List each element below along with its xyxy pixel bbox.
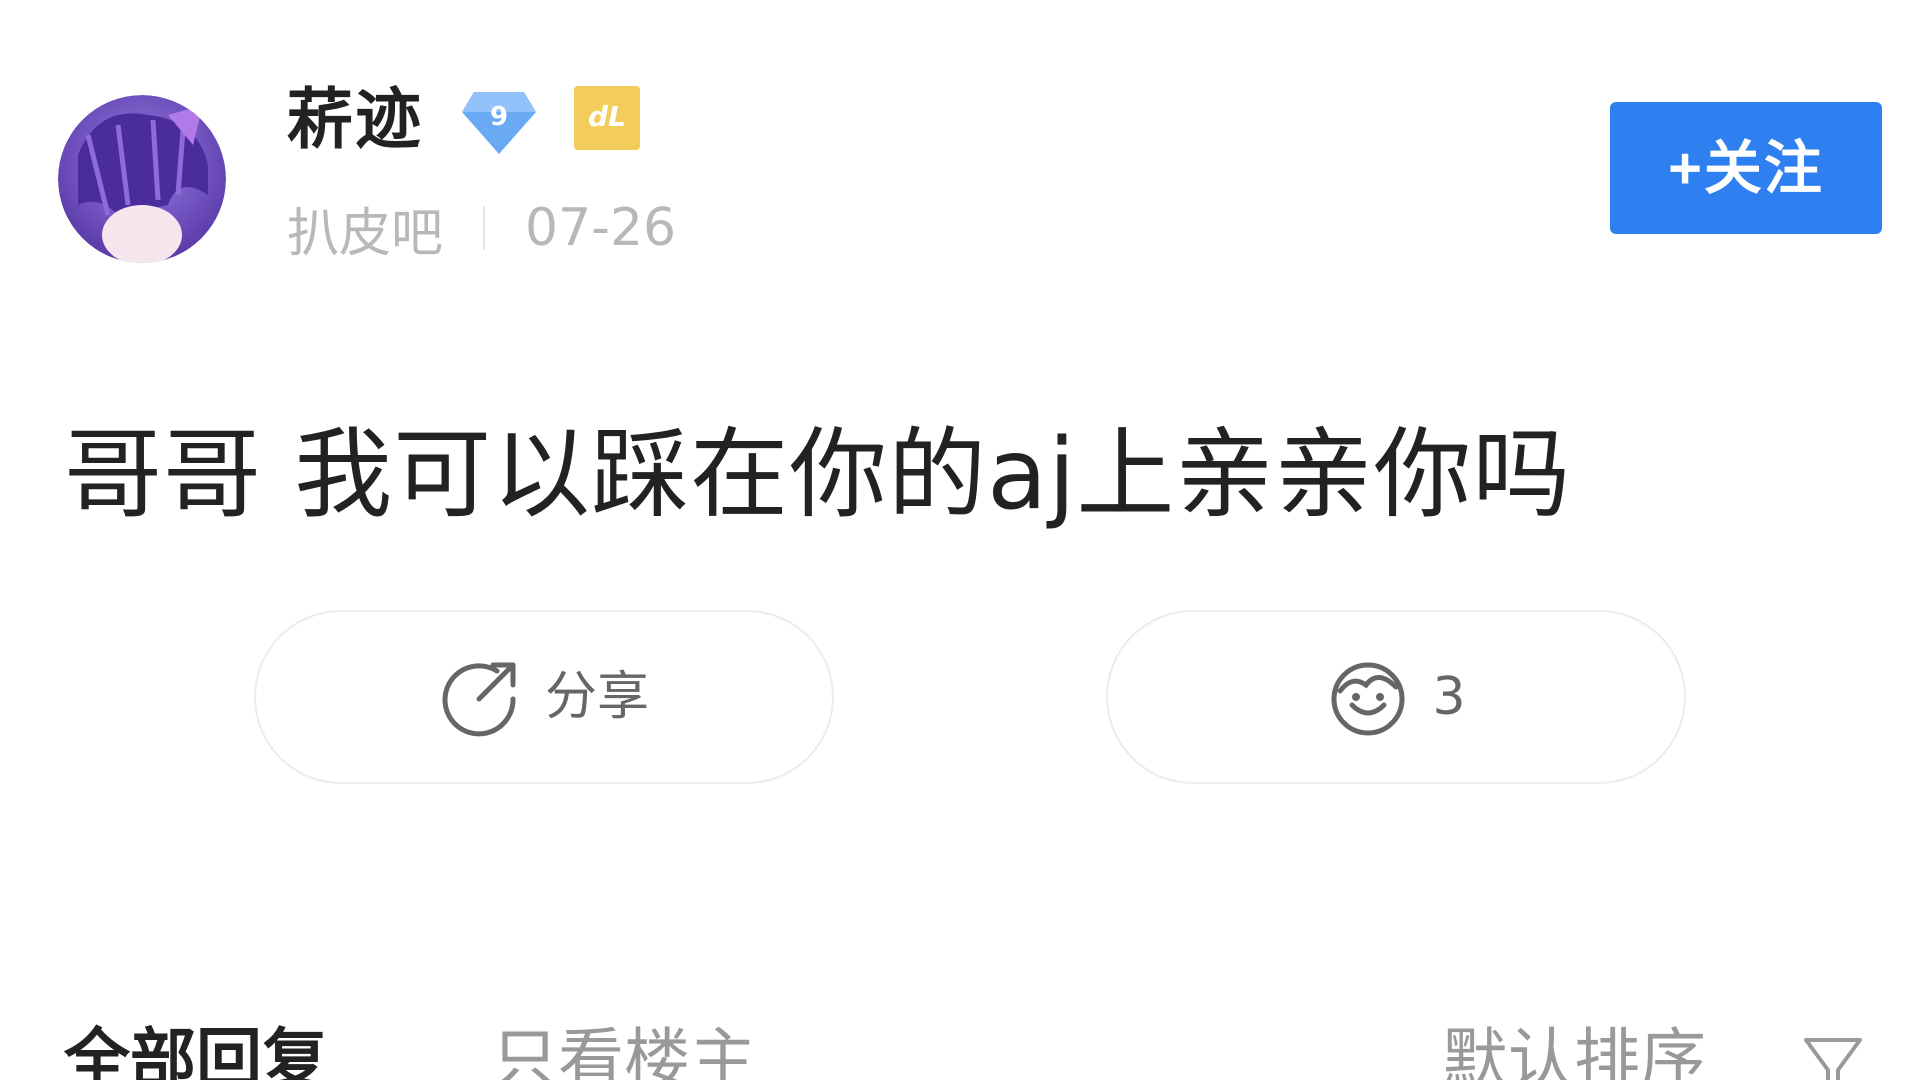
forum-name[interactable]: 扒皮吧 bbox=[287, 191, 443, 266]
post-page: 菥迹 9 dL 扒皮吧 07-26 +关注 哥哥 我可以踩在你的aj上亲亲你吗 … bbox=[0, 0, 1920, 1080]
filter-icon[interactable] bbox=[1800, 1034, 1866, 1080]
tab-owner-only[interactable]: 只看楼主 bbox=[492, 1020, 756, 1080]
member-badge-text: dL bbox=[588, 100, 626, 133]
member-badge: dL bbox=[574, 86, 640, 150]
share-button[interactable]: 分享 bbox=[254, 610, 834, 784]
level-badge: 9 bbox=[460, 88, 538, 158]
like-button[interactable]: 3 bbox=[1106, 610, 1686, 784]
reply-tabs: 全部回复 只看楼主 默认排序 bbox=[0, 1020, 1920, 1080]
author-name[interactable]: 菥迹 bbox=[287, 80, 423, 160]
level-number: 9 bbox=[489, 102, 509, 132]
tab-all-replies[interactable]: 全部回复 bbox=[64, 1020, 328, 1080]
post-meta: 扒皮吧 07-26 bbox=[287, 195, 677, 264]
meta-divider bbox=[483, 206, 486, 250]
like-icon bbox=[1331, 662, 1405, 736]
avatar[interactable] bbox=[58, 95, 226, 263]
follow-button[interactable]: +关注 bbox=[1610, 102, 1882, 234]
share-icon bbox=[442, 662, 516, 737]
post-content: 哥哥 我可以踩在你的aj上亲亲你吗 bbox=[64, 418, 1572, 532]
like-count: 3 bbox=[1432, 667, 1466, 727]
post-date: 07-26 bbox=[525, 198, 677, 258]
sort-dropdown[interactable]: 默认排序 bbox=[1442, 1020, 1706, 1080]
share-label: 分享 bbox=[544, 667, 649, 727]
